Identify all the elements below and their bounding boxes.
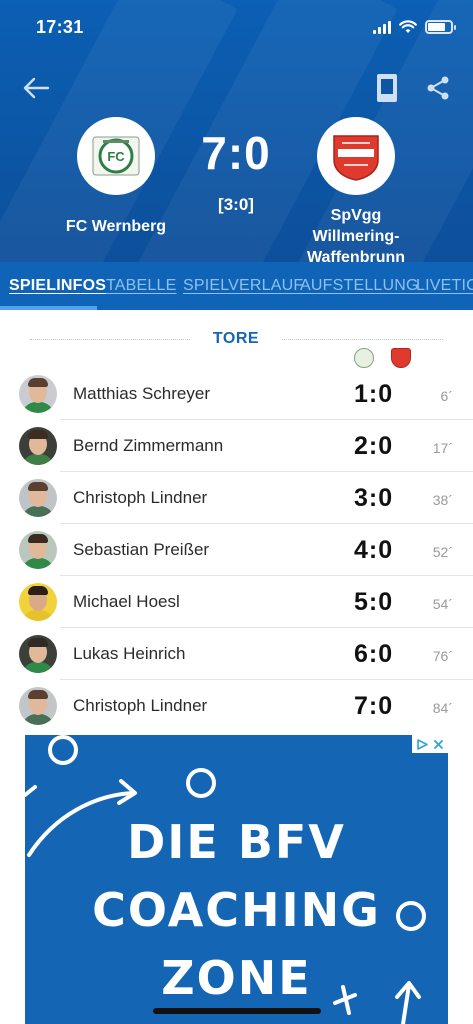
tab-spielinfos[interactable]: SPIELINFOS [9,277,106,295]
mobile-device-icon[interactable] [375,73,399,103]
svg-text:FC: FC [107,149,125,164]
goal-row[interactable]: Lukas Heinrich 6:0 76´ [0,628,473,680]
ad-close-icon[interactable] [433,739,444,750]
away-team-logo[interactable] [317,117,395,195]
goals-section-header: TORE [30,330,443,350]
player-avatar [19,479,57,517]
goal-scorer-name[interactable]: Lukas Heinrich [73,644,185,664]
status-time: 17:31 [36,17,84,37]
goal-scorer-name[interactable]: Christoph Lindner [73,488,207,508]
goal-minute: 84´ [432,700,453,716]
away-mini-logo-icon [391,348,411,368]
spvgg-willmering-crest-icon [333,135,379,181]
tab-tabelle[interactable]: TABELLE [106,277,176,295]
goal-scorer-name[interactable]: Christoph Lindner [73,696,207,716]
tab-liveticker[interactable]: LIVETICK [416,277,473,295]
tab-aufstellung[interactable]: AUFSTELLUNG [300,277,419,295]
goal-scorer-name[interactable]: Sebastian Preißer [73,540,209,560]
goal-score: 4:0 [354,536,394,564]
player-avatar [19,531,57,569]
goal-score: 1:0 [354,380,394,408]
goal-minute: 38´ [432,492,453,508]
goal-row[interactable]: Matthias Schreyer 1:0 6´ [0,368,473,420]
status-bar: 17:31 [0,0,473,56]
ad-headline-line1: DIE BFV [127,815,346,869]
goal-minute: 52´ [432,544,453,560]
fc-wernberg-crest-icon: FC [92,136,140,176]
ad-headline-line3: ZONE [161,951,312,1005]
share-icon[interactable] [425,75,451,101]
home-mini-logo-icon [354,348,374,368]
home-team-name[interactable]: FC Wernberg [55,216,177,237]
tab-spielverlauf[interactable]: SPIELVERLAUF [183,277,303,295]
goals-section-title: TORE [212,330,260,347]
goal-scorer-name[interactable]: Matthias Schreyer [73,384,210,404]
home-indicator[interactable] [153,1008,321,1014]
goal-score: 5:0 [354,588,394,616]
goal-row[interactable]: Christoph Lindner 7:0 84´ [0,680,473,732]
goal-minute: 6´ [440,388,453,404]
goal-score: 2:0 [354,432,394,460]
final-score: 7:0 [201,127,271,179]
battery-icon [425,20,456,34]
match-header: 17:31 FC FC Wernberg 7:0 [3:0] SpVgg Wil… [0,0,473,262]
goal-row[interactable]: Michael Hoesl 5:0 54´ [0,576,473,628]
player-avatar [19,427,57,465]
goal-minute: 76´ [432,648,453,664]
player-avatar [19,687,57,725]
active-tab-indicator [0,306,97,310]
back-arrow-icon[interactable] [22,76,50,100]
away-team-name[interactable]: SpVgg Willmering-Waffenbrunn [285,205,427,262]
goal-row[interactable]: Christoph Lindner 3:0 38´ [0,472,473,524]
player-avatar [19,375,57,413]
ad-banner[interactable]: DIE BFV COACHING ZONE [25,735,448,1024]
player-avatar [19,583,57,621]
cellular-signal-icon [373,20,391,34]
goal-scorer-name[interactable]: Bernd Zimmermann [73,436,223,456]
player-avatar [19,635,57,673]
goal-row[interactable]: Sebastian Preißer 4:0 52´ [0,524,473,576]
ad-choices-icon[interactable] [416,738,429,751]
goal-minute: 54´ [432,596,453,612]
goal-row[interactable]: Bernd Zimmermann 2:0 17´ [0,420,473,472]
goal-score: 3:0 [354,484,394,512]
ad-choices-badge[interactable] [412,735,448,753]
home-team-logo[interactable]: FC [77,117,155,195]
wifi-icon [399,20,417,33]
halftime-score: [3:0] [218,195,254,214]
goal-score: 7:0 [354,692,394,720]
goal-minute: 17´ [432,440,453,456]
tab-bar: SPIELINFOS TABELLE SPIELVERLAUF AUFSTELL… [0,262,473,310]
ad-headline-line2: COACHING [92,883,381,937]
goal-score: 6:0 [354,640,394,668]
goal-scorer-name[interactable]: Michael Hoesl [73,592,180,612]
